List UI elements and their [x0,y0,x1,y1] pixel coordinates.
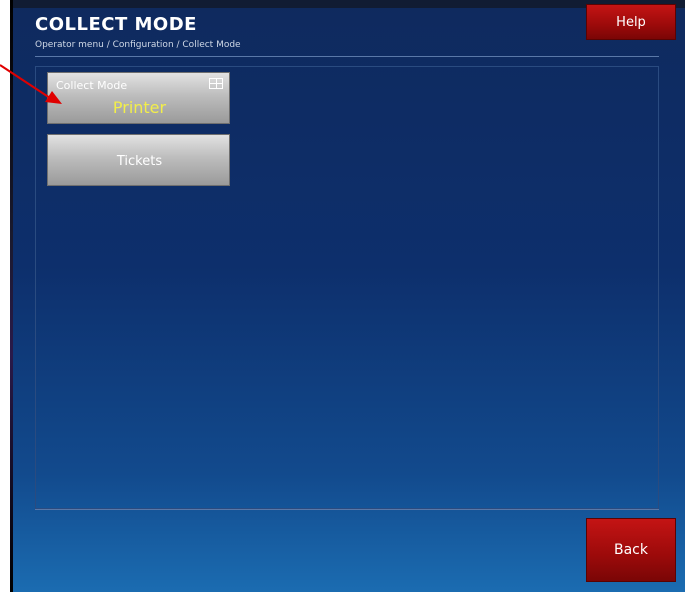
content-panel [35,66,659,509]
collect-mode-label: Collect Mode [56,79,128,92]
top-bar [13,0,685,8]
screen: COLLECT MODE Operator menu / Configurati… [13,0,685,592]
tickets-label: Tickets [116,153,163,169]
help-button[interactable]: Help [586,4,676,40]
tickets-button[interactable]: Tickets [47,134,230,186]
page-title: COLLECT MODE [35,14,197,35]
breadcrumb: Operator menu / Configuration / Collect … [35,40,241,50]
left-edge [0,0,13,592]
back-button[interactable]: Back [586,518,676,582]
title-divider [35,56,659,57]
keyboard-icon [209,78,223,89]
collect-mode-button[interactable]: Collect Mode Printer [47,72,230,124]
footer-divider [35,509,659,510]
collect-mode-value: Printer [112,98,167,117]
